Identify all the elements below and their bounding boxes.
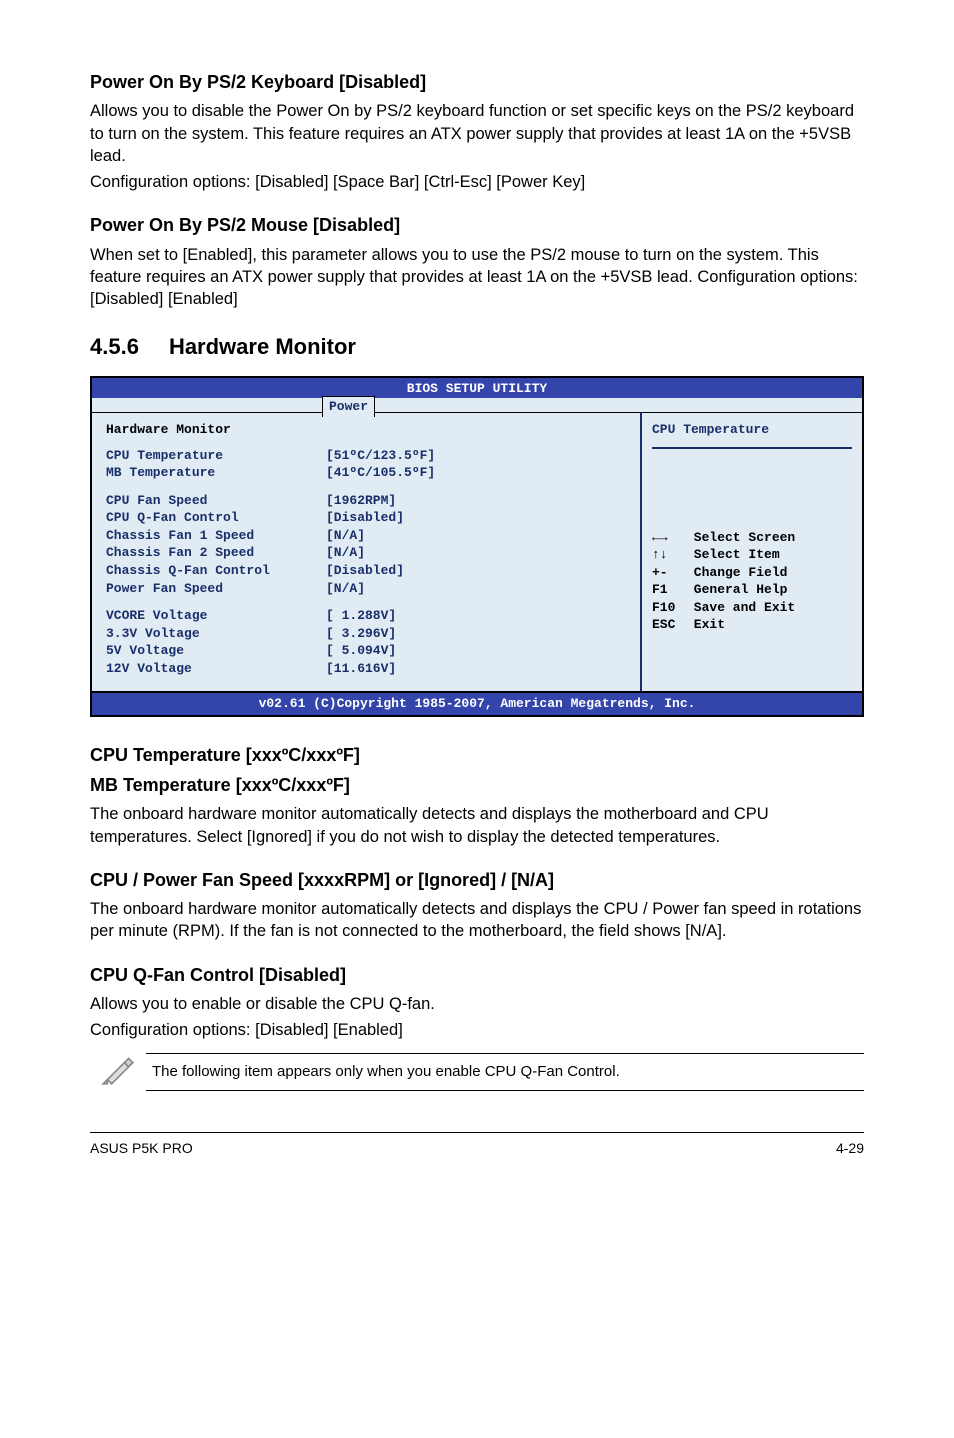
- bios-key-hint: +- Change Field: [652, 564, 852, 582]
- bios-row-value: [ 5.094V]: [326, 642, 396, 660]
- bios-row: Power Fan Speed[N/A]: [106, 580, 630, 598]
- bios-row-value: [N/A]: [326, 580, 365, 598]
- bios-row-label: CPU Temperature: [106, 447, 326, 465]
- note-box: The following item appears only when you…: [90, 1052, 864, 1092]
- bios-help-title: CPU Temperature: [652, 421, 852, 449]
- heading-ps2-keyboard: Power On By PS/2 Keyboard [Disabled]: [90, 70, 864, 94]
- body-text: When set to [Enabled], this parameter al…: [90, 244, 864, 311]
- bios-row-label: Chassis Fan 2 Speed: [106, 544, 326, 562]
- body-text: Allows you to enable or disable the CPU …: [90, 993, 864, 1015]
- bios-key-hint: F10 Save and Exit: [652, 599, 852, 617]
- body-text: Configuration options: [Disabled] [Space…: [90, 171, 864, 193]
- body-text: Allows you to disable the Power On by PS…: [90, 100, 864, 167]
- note-text: The following item appears only when you…: [146, 1053, 864, 1091]
- bios-key-hint: ←→ Select Screen: [652, 529, 852, 547]
- bios-row: Chassis Q-Fan Control[Disabled]: [106, 562, 630, 580]
- bios-row-value: [51ºC/123.5ºF]: [326, 447, 435, 465]
- bios-row-label: CPU Q-Fan Control: [106, 509, 326, 527]
- bios-row: CPU Q-Fan Control[Disabled]: [106, 509, 630, 527]
- section-heading: 4.5.6 Hardware Monitor: [90, 332, 864, 362]
- page-footer: ASUS P5K PRO 4-29: [90, 1132, 864, 1158]
- bios-row-value: [ 1.288V]: [326, 607, 396, 625]
- heading-mb-temp: MB Temperature [xxxºC/xxxºF]: [90, 773, 864, 797]
- bios-row-label: MB Temperature: [106, 464, 326, 482]
- bios-footer: v02.61 (C)Copyright 1985-2007, American …: [92, 691, 862, 715]
- bios-row-value: [Disabled]: [326, 509, 404, 527]
- bios-row: VCORE Voltage[ 1.288V]: [106, 607, 630, 625]
- heading-cpu-temp: CPU Temperature [xxxºC/xxxºF]: [90, 743, 864, 767]
- bios-row: 5V Voltage[ 5.094V]: [106, 642, 630, 660]
- footer-right: 4-29: [836, 1139, 864, 1158]
- bios-row: CPU Fan Speed[1962RPM]: [106, 492, 630, 510]
- bios-panel-title: Hardware Monitor: [106, 421, 630, 439]
- pencil-icon: [90, 1052, 146, 1092]
- bios-row: 3.3V Voltage[ 3.296V]: [106, 625, 630, 643]
- bios-key-hint: ↑↓ Select Item: [652, 546, 852, 564]
- bios-key-hint: F1 General Help: [652, 581, 852, 599]
- bios-row-label: 12V Voltage: [106, 660, 326, 678]
- bios-row: Chassis Fan 1 Speed[N/A]: [106, 527, 630, 545]
- bios-row-value: [1962RPM]: [326, 492, 396, 510]
- bios-key-hint: ESC Exit: [652, 616, 852, 634]
- bios-title: BIOS SETUP UTILITY: [92, 378, 862, 398]
- bios-tab-power: Power: [322, 396, 375, 417]
- section-number: 4.5.6: [90, 332, 139, 362]
- bios-row-label: Chassis Fan 1 Speed: [106, 527, 326, 545]
- heading-fan-speed: CPU / Power Fan Speed [xxxxRPM] or [Igno…: [90, 868, 864, 892]
- bios-row: Chassis Fan 2 Speed[N/A]: [106, 544, 630, 562]
- heading-qfan: CPU Q-Fan Control [Disabled]: [90, 963, 864, 987]
- bios-row-value: [Disabled]: [326, 562, 404, 580]
- bios-row-label: 3.3V Voltage: [106, 625, 326, 643]
- bios-row-label: 5V Voltage: [106, 642, 326, 660]
- bios-row-value: [11.616V]: [326, 660, 396, 678]
- bios-row-value: [ 3.296V]: [326, 625, 396, 643]
- bios-screenshot: BIOS SETUP UTILITY Power Hardware Monito…: [90, 376, 864, 717]
- bios-row-label: CPU Fan Speed: [106, 492, 326, 510]
- footer-left: ASUS P5K PRO: [90, 1139, 193, 1158]
- bios-row-value: [N/A]: [326, 544, 365, 562]
- heading-ps2-mouse: Power On By PS/2 Mouse [Disabled]: [90, 213, 864, 237]
- body-text: The onboard hardware monitor automatical…: [90, 898, 864, 943]
- body-text: The onboard hardware monitor automatical…: [90, 803, 864, 848]
- section-title: Hardware Monitor: [169, 334, 356, 359]
- bios-row-value: [41ºC/105.5ºF]: [326, 464, 435, 482]
- bios-row-label: Chassis Q-Fan Control: [106, 562, 326, 580]
- bios-row-label: VCORE Voltage: [106, 607, 326, 625]
- bios-row: CPU Temperature[51ºC/123.5ºF]: [106, 447, 630, 465]
- bios-row-label: Power Fan Speed: [106, 580, 326, 598]
- bios-row: 12V Voltage[11.616V]: [106, 660, 630, 678]
- bios-row-value: [N/A]: [326, 527, 365, 545]
- body-text: Configuration options: [Disabled] [Enabl…: [90, 1019, 864, 1041]
- bios-row: MB Temperature[41ºC/105.5ºF]: [106, 464, 630, 482]
